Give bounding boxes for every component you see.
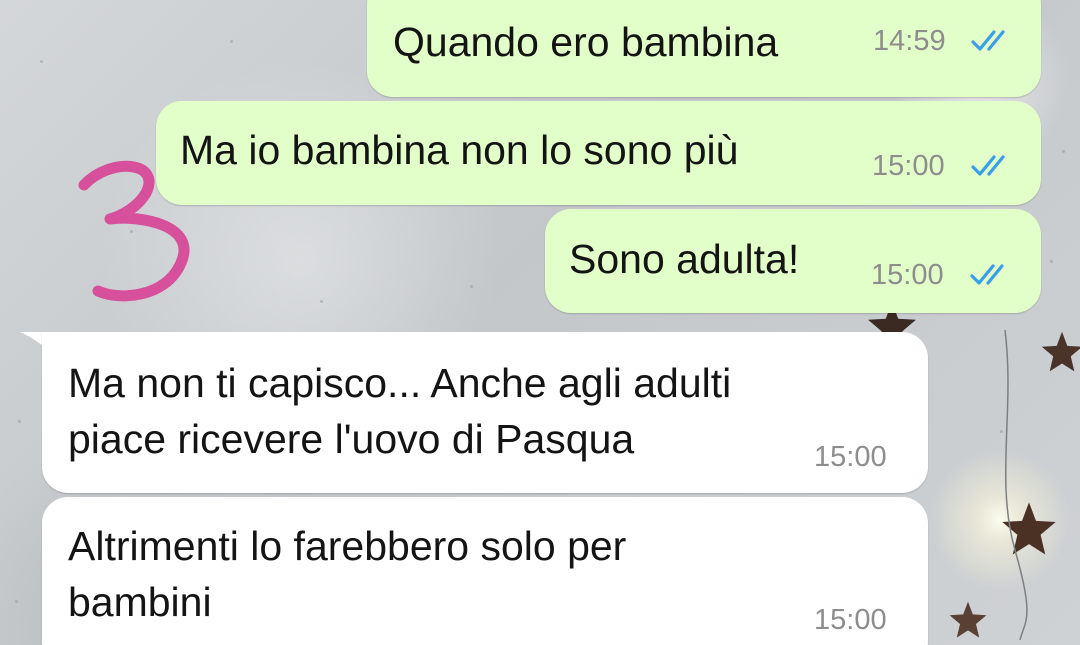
message-timestamp: 14:59 [873, 25, 946, 57]
message-bubble-incoming[interactable]: Altrimenti lo farebbero solo per bambini… [42, 497, 928, 645]
double-check-icon [971, 30, 1005, 51]
star-icon [1041, 331, 1080, 372]
fairy-light-wire [1004, 330, 1028, 640]
star-icon [949, 601, 987, 638]
message-bubble-outgoing[interactable]: Ma io bambina non lo sono più 15:00 [156, 101, 1041, 205]
message-timestamp: 15:00 [814, 604, 887, 636]
message-text: Quando ero bambina [393, 19, 779, 65]
message-text-line: Altrimenti lo farebbero solo per [68, 523, 627, 569]
message-timestamp: 15:00 [871, 259, 944, 291]
double-check-icon [970, 264, 1004, 285]
message-text-line: bambini [68, 579, 212, 625]
message-bubble-outgoing[interactable]: Sono adulta! 15:00 [545, 209, 1041, 313]
message-text-line: piace ricevere l'uovo di Pasqua [68, 416, 635, 462]
double-check-icon [971, 155, 1005, 176]
message-timestamp: 15:00 [872, 150, 945, 182]
message-bubble-outgoing[interactable]: Quando ero bambina 14:59 [367, 0, 1041, 97]
message-text: Ma io bambina non lo sono più [180, 127, 739, 173]
message-text-line: Ma non ti capisco... Anche agli adulti [68, 360, 732, 406]
message-bubble-incoming[interactable]: Ma non ti capisco... Anche agli adulti p… [42, 332, 928, 493]
message-text: Sono adulta! [569, 236, 800, 282]
message-timestamp: 15:00 [814, 441, 887, 473]
